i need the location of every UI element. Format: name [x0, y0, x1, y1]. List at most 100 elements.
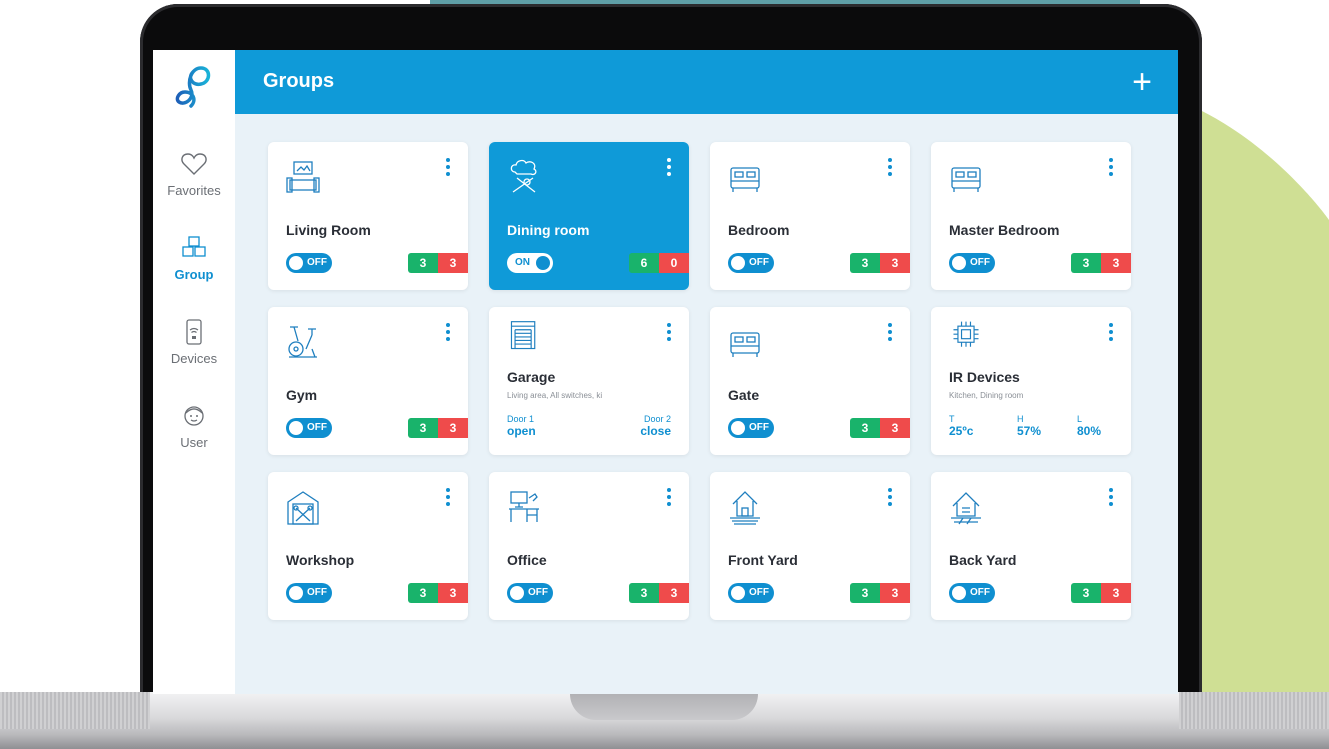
card-menu-button[interactable] [884, 488, 896, 512]
nav-devices[interactable]: Devices [153, 318, 235, 368]
group-card-garage[interactable]: Garage Living area, All switches, ki Doo… [489, 307, 689, 455]
on-count: 6 [629, 253, 659, 273]
card-menu-button[interactable] [1105, 323, 1117, 347]
temperature-value: 25ºc [949, 424, 974, 438]
on-count: 3 [629, 583, 659, 603]
group-card-bedroom[interactable]: Bedroom OFF 3 3 [710, 142, 910, 290]
nav-label-user: User [180, 435, 208, 450]
off-count: 3 [438, 418, 468, 438]
off-count: 3 [880, 583, 910, 603]
laptop-notch [570, 692, 758, 720]
group-toggle[interactable]: OFF [286, 583, 332, 603]
group-card-living-room[interactable]: Living Room OFF 3 3 [268, 142, 468, 290]
cubes-icon [182, 236, 206, 257]
toggle-label: OFF [970, 587, 990, 598]
card-title: Garage [507, 369, 556, 385]
light-value: 80% [1077, 424, 1102, 438]
group-toggle[interactable]: OFF [949, 583, 995, 603]
card-title: Master Bedroom [949, 222, 1060, 238]
base-grille-right [1179, 692, 1329, 729]
switch-icon [186, 319, 202, 345]
group-card-office[interactable]: Office OFF 3 3 [489, 472, 689, 620]
group-toggle[interactable]: OFF [728, 418, 774, 438]
toggle-label: OFF [528, 587, 548, 598]
nav-label-group: Group [174, 267, 214, 282]
group-toggle[interactable]: ON [507, 253, 553, 273]
header-bar: Groups + [235, 50, 1178, 114]
door-2-value: close [640, 424, 671, 438]
group-toggle[interactable]: OFF [728, 253, 774, 273]
laptop-base [0, 692, 1329, 749]
door-status: Door 1 open Door 2 close [507, 414, 671, 438]
card-title: IR Devices [949, 369, 1020, 385]
on-count: 3 [408, 583, 438, 603]
group-card-master-bedroom[interactable]: Master Bedroom OFF 3 3 [931, 142, 1131, 290]
device-counts: 3 3 [629, 583, 689, 603]
door-1: Door 1 open [507, 414, 536, 438]
card-title: Dining room [507, 222, 590, 238]
light-reading: L 80% [1077, 414, 1113, 438]
off-count: 0 [659, 253, 689, 273]
temperature-reading: T 25ºc [949, 414, 1009, 438]
nav-user[interactable]: User [153, 402, 235, 452]
toggle-label: OFF [307, 422, 327, 433]
on-count: 3 [408, 253, 438, 273]
toggle-label: OFF [749, 257, 769, 268]
off-count: 3 [1101, 583, 1131, 603]
device-counts: 3 3 [408, 253, 468, 273]
sensor-readings: T 25ºc H 57% L 80% [949, 414, 1113, 438]
card-menu-button[interactable] [884, 323, 896, 347]
off-count: 3 [438, 583, 468, 603]
exercise-bike-icon [288, 326, 317, 358]
nav-label-favorites: Favorites [167, 183, 221, 198]
on-count: 3 [850, 583, 880, 603]
group-card-dining-room[interactable]: Dining room ON 6 0 [489, 142, 689, 290]
on-count: 3 [408, 418, 438, 438]
add-group-button[interactable]: + [1124, 62, 1160, 102]
group-toggle[interactable]: OFF [949, 253, 995, 273]
card-title: Office [507, 552, 547, 568]
card-title: Front Yard [728, 552, 798, 568]
card-title: Bedroom [728, 222, 790, 238]
on-count: 3 [850, 253, 880, 273]
page-title: Groups [263, 70, 335, 92]
nav-favorites[interactable]: Favorites [153, 150, 235, 200]
card-menu-button[interactable] [663, 323, 675, 347]
toggle-label: OFF [307, 587, 327, 598]
card-menu-button[interactable] [442, 323, 454, 347]
card-menu-button[interactable] [663, 158, 675, 182]
card-menu-button[interactable] [442, 488, 454, 512]
on-count: 3 [1071, 583, 1101, 603]
group-card-back-yard[interactable]: Back Yard OFF 3 3 [931, 472, 1131, 620]
group-card-gate[interactable]: Gate OFF 3 3 [710, 307, 910, 455]
group-card-gym[interactable]: Gym OFF 3 3 [268, 307, 468, 455]
app-screen: Favorites Group Devices User Groups + Li… [153, 50, 1178, 694]
group-card-workshop[interactable]: Workshop OFF 3 3 [268, 472, 468, 620]
group-toggle[interactable]: OFF [286, 418, 332, 438]
card-subtitle: Living area, All switches, ki [507, 391, 603, 400]
off-count: 3 [659, 583, 689, 603]
humidity-label: H [1017, 414, 1024, 424]
group-toggle[interactable]: OFF [728, 583, 774, 603]
card-menu-button[interactable] [884, 158, 896, 182]
card-title: Back Yard [949, 552, 1017, 568]
toggle-label: ON [515, 257, 530, 268]
back-yard-icon [951, 492, 981, 525]
card-subtitle: Kitchen, Dining room [949, 391, 1024, 400]
nav-group[interactable]: Group [153, 234, 235, 284]
card-menu-button[interactable] [663, 488, 675, 512]
device-counts: 3 3 [1071, 253, 1131, 273]
sofa-icon [286, 161, 320, 193]
on-count: 3 [1071, 253, 1101, 273]
group-toggle[interactable]: OFF [286, 253, 332, 273]
door-2: Door 2 close [640, 414, 671, 438]
base-grille-left [0, 692, 150, 729]
card-menu-button[interactable] [442, 158, 454, 182]
door-1-value: open [507, 424, 536, 438]
group-card-front-yard[interactable]: Front Yard OFF 3 3 [710, 472, 910, 620]
user-icon [184, 406, 204, 426]
card-menu-button[interactable] [1105, 158, 1117, 182]
group-toggle[interactable]: OFF [507, 583, 553, 603]
card-menu-button[interactable] [1105, 488, 1117, 512]
group-card-ir-devices[interactable]: IR Devices Kitchen, Dining room T 25ºc H… [931, 307, 1131, 455]
